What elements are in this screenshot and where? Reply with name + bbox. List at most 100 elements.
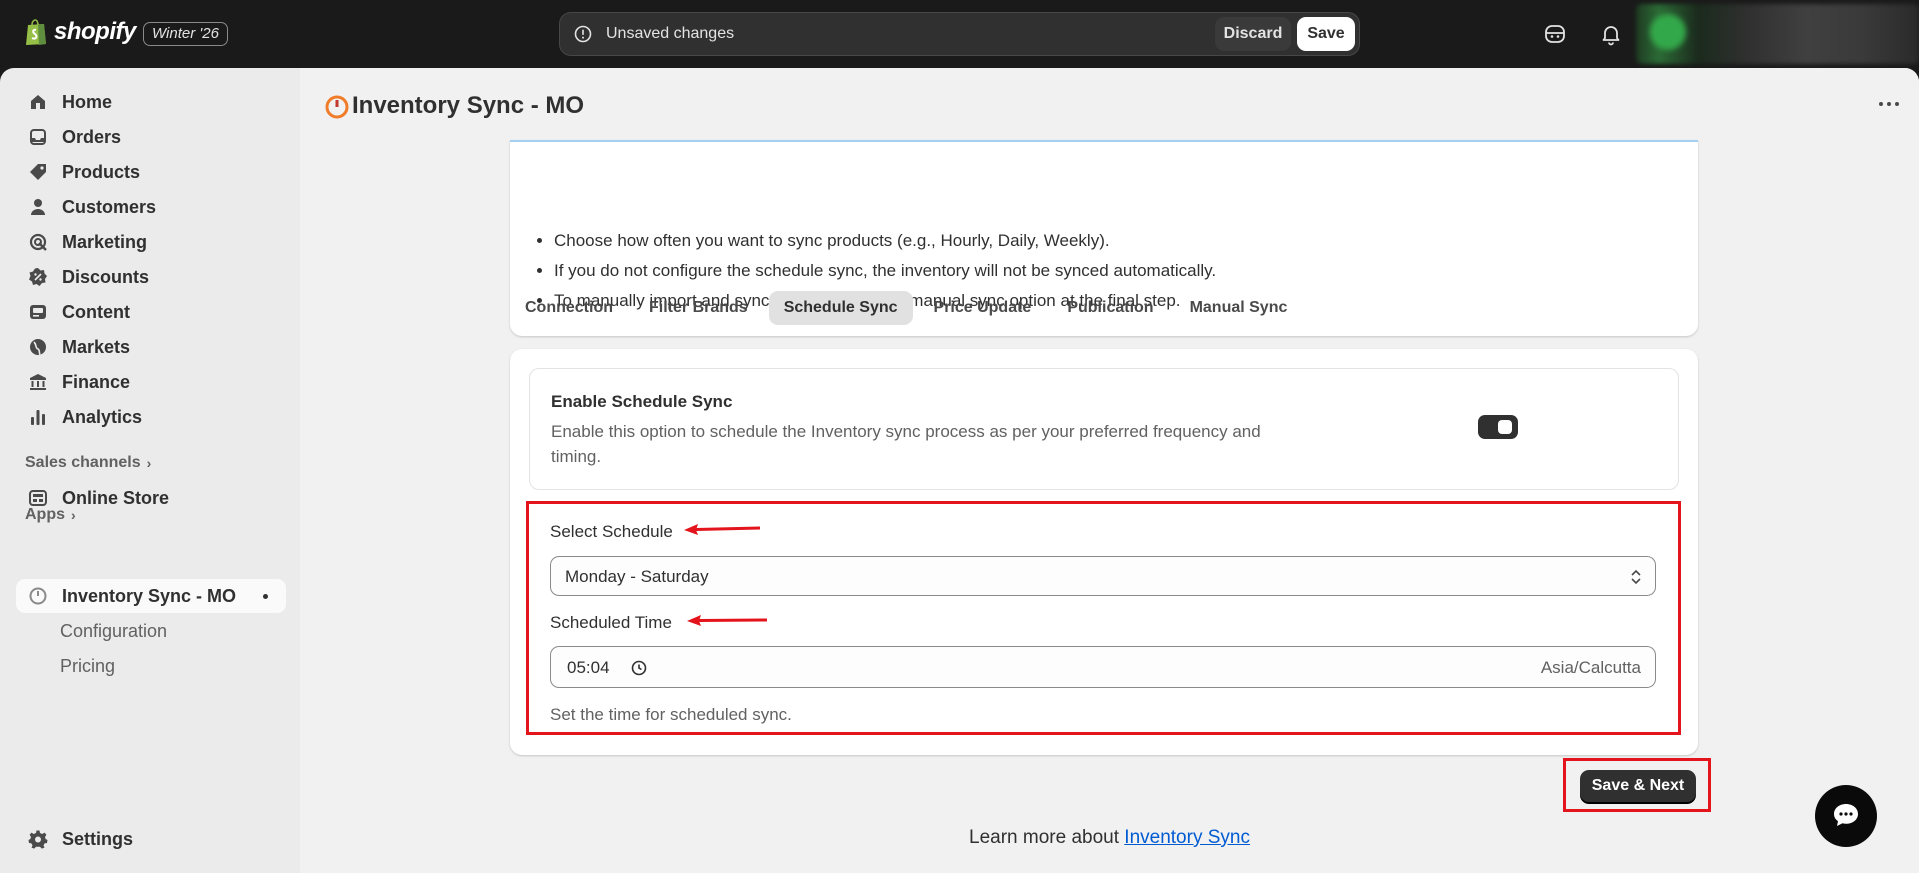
bar-chart-icon (31, 410, 45, 425)
shopify-wordmark: shopify (54, 18, 136, 45)
chevron-right-icon: › (146, 455, 152, 471)
sidebar-item-label: Discounts (62, 266, 150, 287)
marketing-icon (29, 233, 47, 251)
schedule-select-value: Monday - Saturday (565, 567, 709, 586)
tab-publication[interactable]: Publication (1052, 291, 1168, 325)
sidebar-item-label: Orders (62, 126, 122, 147)
toggle-knob (1498, 420, 1512, 434)
chat-button[interactable] (1815, 785, 1877, 847)
app-sync-icon (29, 587, 47, 605)
sidebar-item-label: Inventory Sync - MO (62, 585, 237, 606)
more-actions-icon[interactable] (1875, 96, 1903, 112)
shopify-logo[interactable]: shopify (24, 18, 136, 46)
sidebar-item-products[interactable]: Products (16, 155, 286, 189)
sidebar-item-label: Customers (62, 196, 157, 217)
schedule-select[interactable]: Monday - Saturday (550, 556, 1656, 596)
sidebar-item-finance[interactable]: Finance (16, 365, 286, 399)
store-icon (29, 490, 47, 506)
discard-button[interactable]: Discard (1215, 17, 1291, 51)
info-bullet: If you do not configure the schedule syn… (554, 256, 1216, 286)
unsaved-changes-text: Unsaved changes (606, 25, 735, 42)
sidebar-item-home[interactable]: Home (16, 85, 286, 119)
apps-label: Apps (25, 506, 65, 523)
save-and-next-button[interactable]: Save & Next (1580, 770, 1696, 802)
content-icon (30, 305, 46, 319)
pin-indicator (263, 594, 268, 599)
tab-schedule-sync[interactable]: Schedule Sync (768, 291, 913, 325)
shopify-bag-icon (26, 19, 46, 45)
annotation-arrow-icon (684, 524, 761, 535)
app-logo-icon (325, 95, 349, 119)
schedule-settings-card: Enable Schedule Sync Enable this option … (510, 349, 1698, 755)
timezone-suffix: Asia/Calcutta (1540, 658, 1641, 677)
sidebar-sub-item-configuration[interactable]: Configuration (60, 621, 167, 642)
sales-channels-label: Sales channels (25, 454, 141, 471)
avatar[interactable] (1650, 14, 1686, 50)
sales-channels-heading[interactable]: Sales channels › (25, 454, 151, 472)
orders-icon (30, 129, 46, 145)
app-header: Inventory Sync - MO (300, 68, 1919, 140)
sidebar-item-label: Products (62, 161, 141, 182)
sidebar-item-label: Online Store (62, 487, 170, 508)
sidebar-item-label: Content (62, 301, 130, 322)
bell-icon[interactable] (1599, 22, 1623, 46)
sidebar-item-content[interactable]: Content (16, 295, 286, 329)
learn-more-text: Learn more about (969, 827, 1120, 848)
chevron-right-icon: › (71, 507, 76, 523)
highlight-annotation-box: Select Schedule Monday - Saturday Schedu… (526, 501, 1681, 735)
discount-icon (29, 268, 47, 286)
bank-icon (30, 374, 46, 390)
tabs: Connection Filter Brands Schedule Sync P… (510, 291, 1302, 325)
sidebar-item-label: Markets (62, 336, 131, 357)
sidebar-item-label: Finance (62, 371, 131, 392)
edition-badge[interactable]: Winter '26 (143, 22, 228, 46)
sidebar-item-inventory-sync[interactable]: Inventory Sync - MO (16, 579, 286, 613)
tab-connection[interactable]: Connection (510, 291, 628, 325)
gear-icon (28, 830, 48, 849)
alert-circle-icon (574, 25, 592, 43)
sidebar-item-markets[interactable]: Markets (16, 330, 286, 364)
sidebar-item-label: Marketing (62, 231, 148, 252)
sidebar-item-marketing[interactable]: Marketing (16, 225, 286, 259)
scheduled-time-value: 05:04 (567, 658, 610, 677)
main-content: Inventory Sync - MO Choose how often you… (300, 68, 1919, 873)
sidebar-item-label: Home (62, 91, 113, 112)
tag-icon (30, 164, 46, 180)
sidebar-item-customers[interactable]: Customers (16, 190, 286, 224)
page-title: Inventory Sync - MO (352, 92, 585, 119)
scheduled-time-input[interactable]: 05:04 Asia/Calcutta (550, 646, 1656, 688)
sidebar-item-analytics[interactable]: Analytics (16, 400, 286, 434)
chat-bubble-icon (1834, 804, 1858, 826)
unsaved-changes-bar: Unsaved changes Discard Save (559, 12, 1360, 56)
tab-price-update[interactable]: Price Update (919, 291, 1047, 325)
select-chevrons-icon (1631, 569, 1641, 585)
scheduled-time-help: Set the time for scheduled sync. (550, 705, 792, 724)
sidebar: Home Orders Products Customers Marketing… (0, 68, 300, 873)
home-icon (31, 95, 45, 109)
sidebar-sub-item-pricing[interactable]: Pricing (60, 656, 115, 677)
select-schedule-label: Select Schedule (550, 522, 673, 541)
sidekick-icon[interactable] (1543, 22, 1567, 46)
person-icon (31, 199, 45, 215)
top-bar: shopify Winter '26 Unsaved changes Disca… (0, 0, 1919, 68)
annotation-arrow-icon (687, 615, 768, 626)
tab-manual-sync[interactable]: Manual Sync (1175, 291, 1303, 325)
sidebar-item-label: Settings (62, 828, 134, 849)
sidebar-item-label: Analytics (62, 406, 143, 427)
learn-more: Learn more about Inventory Sync (300, 827, 1919, 849)
sidebar-item-discounts[interactable]: Discounts (16, 260, 286, 294)
save-button[interactable]: Save (1297, 17, 1355, 51)
clock-icon[interactable] (630, 659, 648, 677)
sidebar-item-orders[interactable]: Orders (16, 120, 286, 154)
apps-heading[interactable]: Apps › (25, 506, 76, 524)
globe-icon (30, 339, 46, 356)
info-bullet: Choose how often you want to sync produc… (554, 226, 1216, 256)
inventory-sync-link[interactable]: Inventory Sync (1124, 827, 1250, 848)
scheduled-time-label: Scheduled Time (550, 613, 672, 632)
enable-schedule-toggle[interactable] (1478, 415, 1518, 439)
sidebar-item-settings[interactable]: Settings (16, 822, 286, 856)
highlight-annotation-box: Save & Next (1563, 758, 1711, 812)
enable-schedule-description: Enable this option to schedule the Inven… (551, 422, 1261, 466)
enable-schedule-section: Enable Schedule Sync Enable this option … (529, 368, 1679, 490)
tab-filter-brands[interactable]: Filter Brands (634, 291, 763, 325)
